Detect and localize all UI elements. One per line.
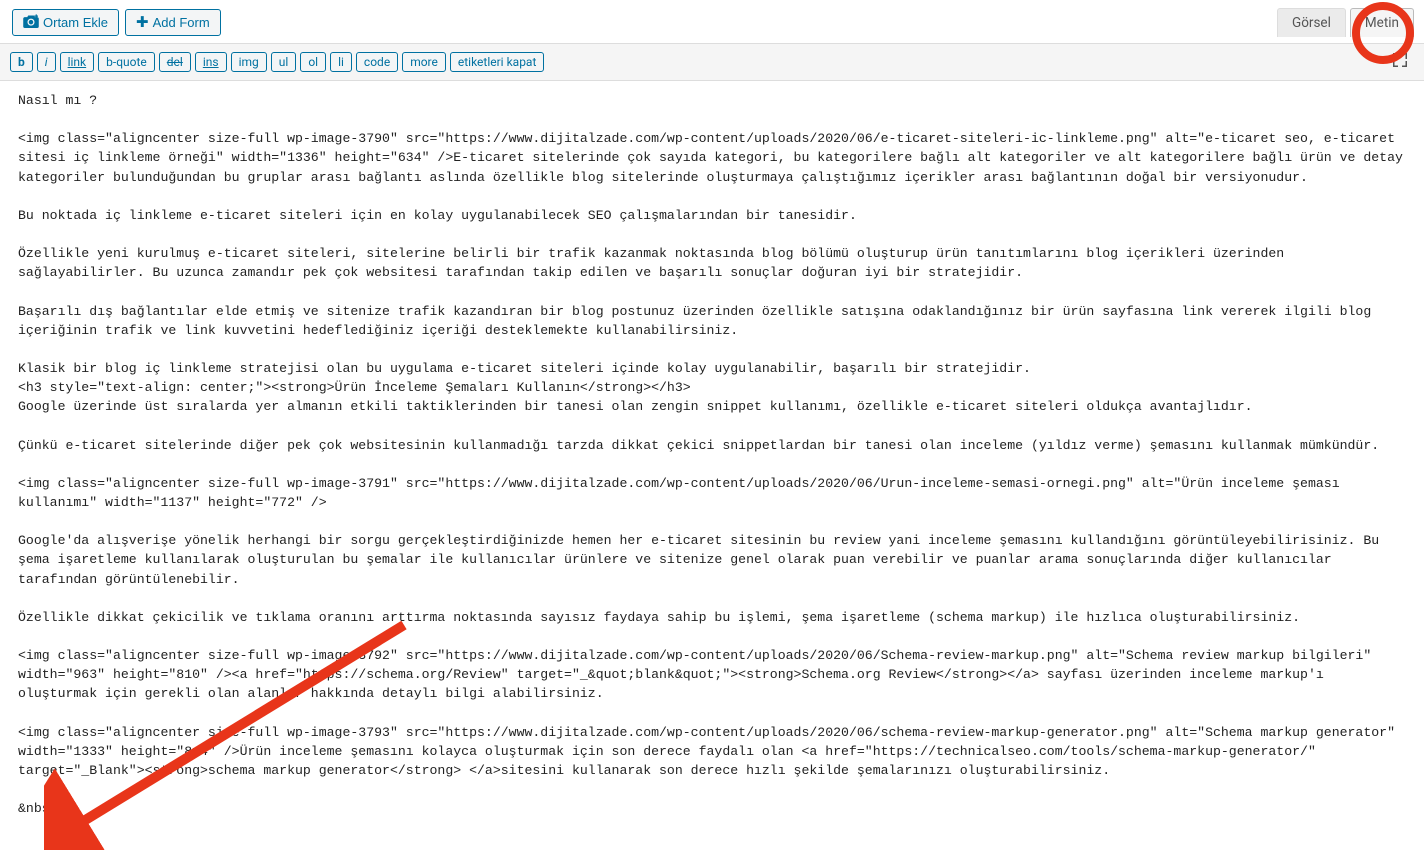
media-toolbar: Ortam Ekle ✚ Add Form Görsel Metin	[0, 0, 1424, 44]
tab-visual[interactable]: Görsel	[1277, 8, 1346, 37]
editor-tabs: Görsel Metin	[1273, 8, 1414, 37]
qt-code-button[interactable]: code	[356, 52, 398, 72]
add-media-label: Ortam Ekle	[43, 15, 108, 30]
qt-bold-button[interactable]: b	[10, 52, 33, 72]
qt-italic-button[interactable]: i	[37, 52, 56, 72]
media-toolbar-left: Ortam Ekle ✚ Add Form	[12, 9, 221, 36]
qt-del-button[interactable]: del	[159, 52, 191, 72]
qt-li-button[interactable]: li	[330, 52, 352, 72]
qt-ul-button[interactable]: ul	[271, 52, 297, 72]
qt-ol-button[interactable]: ol	[300, 52, 326, 72]
text-editor-textarea[interactable]: Nasıl mı ? <img class="aligncenter size-…	[0, 81, 1424, 838]
qt-close-tags-button[interactable]: etiketleri kapat	[450, 52, 545, 72]
quicktags-toolbar: b i link b-quote del ins img ul ol li co…	[0, 44, 1424, 81]
fullscreen-icon[interactable]	[1386, 50, 1414, 74]
tab-text[interactable]: Metin	[1350, 8, 1414, 37]
qt-more-button[interactable]: more	[402, 52, 446, 72]
qt-img-button[interactable]: img	[231, 52, 267, 72]
quicktags-buttons: b i link b-quote del ins img ul ol li co…	[10, 52, 544, 72]
camera-icon	[23, 14, 39, 31]
qt-ins-button[interactable]: ins	[195, 52, 227, 72]
add-media-button[interactable]: Ortam Ekle	[12, 9, 119, 36]
qt-bquote-button[interactable]: b-quote	[98, 52, 155, 72]
add-form-label: Add Form	[153, 15, 210, 30]
add-form-button[interactable]: ✚ Add Form	[125, 9, 221, 36]
qt-link-button[interactable]: link	[60, 52, 95, 72]
plus-icon: ✚	[136, 15, 149, 30]
